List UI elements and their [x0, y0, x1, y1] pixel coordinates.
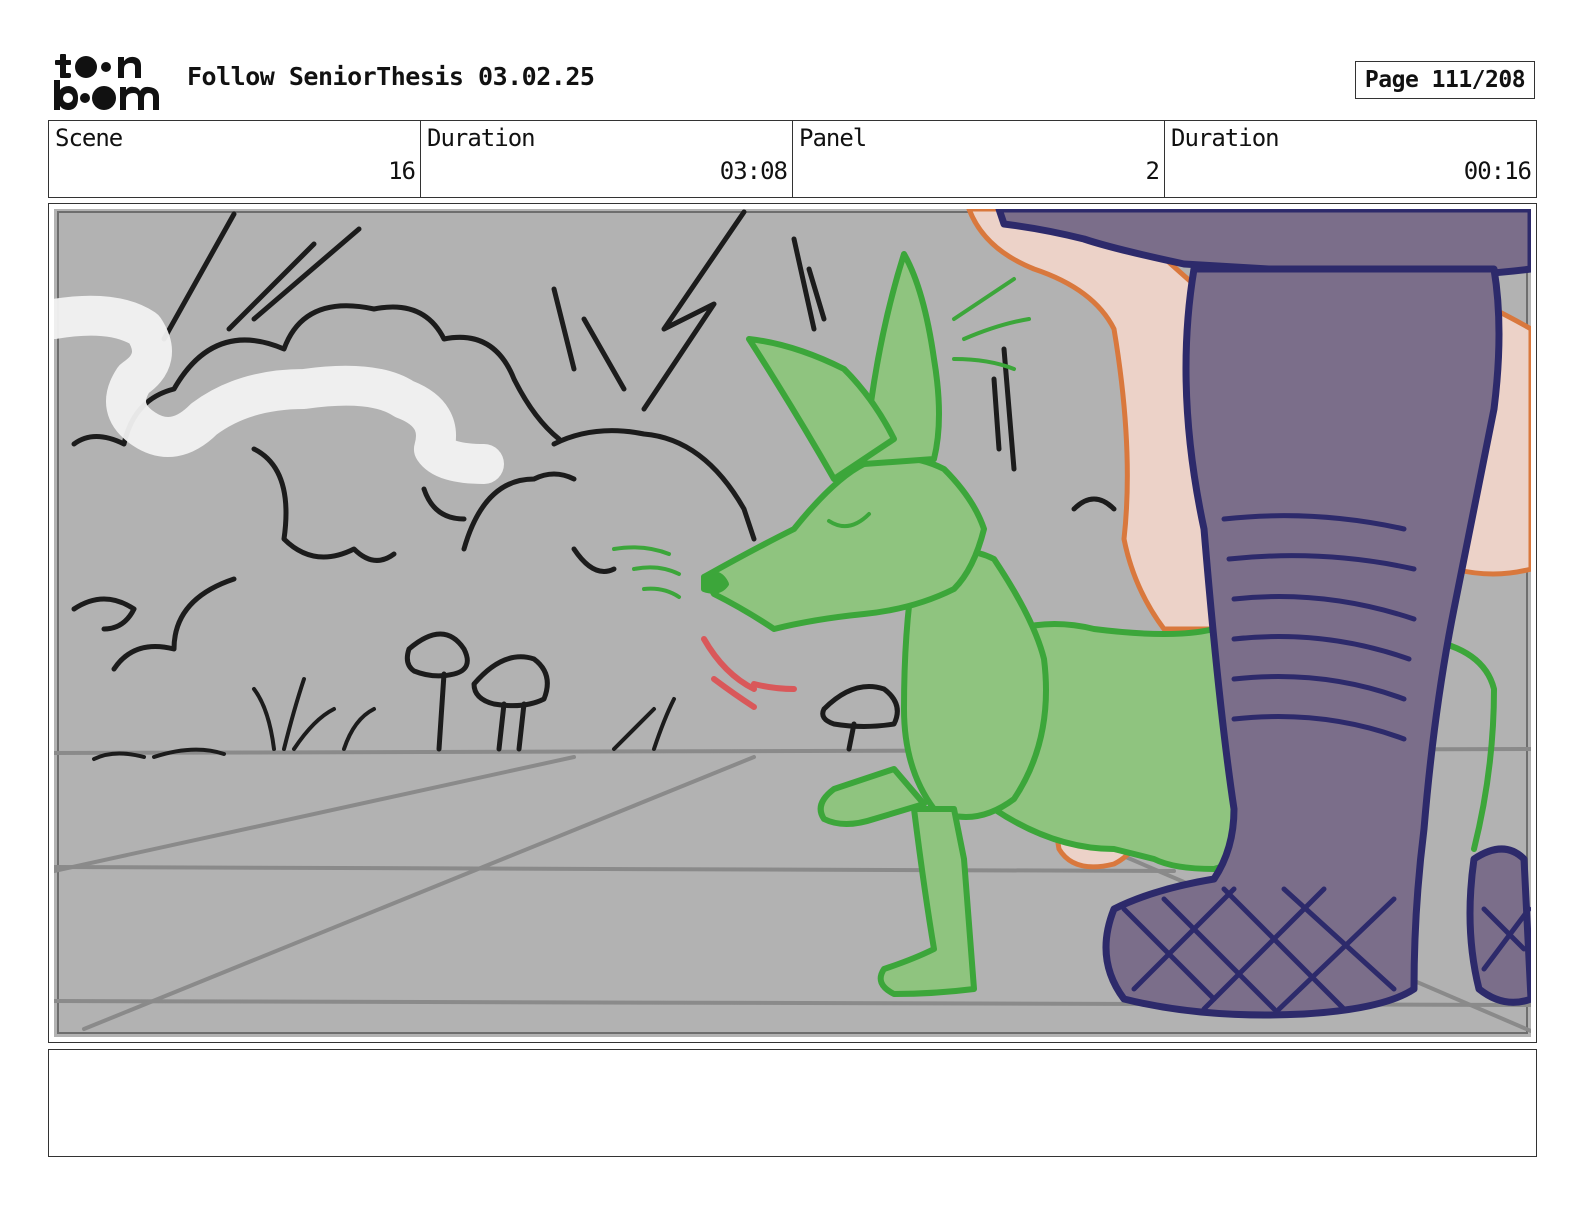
scene-duration-value: 03:08	[719, 157, 788, 185]
project-title: Follow SeniorThesis 03.02.25	[187, 62, 595, 91]
panel-value: 2	[1145, 157, 1160, 185]
scene-cell: Scene 16	[49, 121, 420, 197]
scene-duration-label: Duration	[427, 124, 536, 152]
scene-label: Scene	[55, 124, 123, 152]
panel-duration-label: Duration	[1171, 124, 1280, 152]
panel-duration-cell: Duration 00:16	[1164, 121, 1536, 197]
panel-cell: Panel 2	[792, 121, 1164, 197]
page-indicator: Page 111/208	[1355, 61, 1535, 99]
panel-drawing	[54, 209, 1531, 1037]
scene-duration-cell: Duration 03:08	[420, 121, 792, 197]
panel-notes	[48, 1049, 1537, 1157]
scene-value: 16	[388, 157, 416, 185]
toonboom-logo	[52, 50, 164, 112]
storyboard-panel	[48, 203, 1537, 1043]
info-table: Scene 16 Duration 03:08 Panel 2 Duration…	[48, 120, 1537, 198]
panel-duration-value: 00:16	[1463, 157, 1532, 185]
panel-label: Panel	[799, 124, 867, 152]
